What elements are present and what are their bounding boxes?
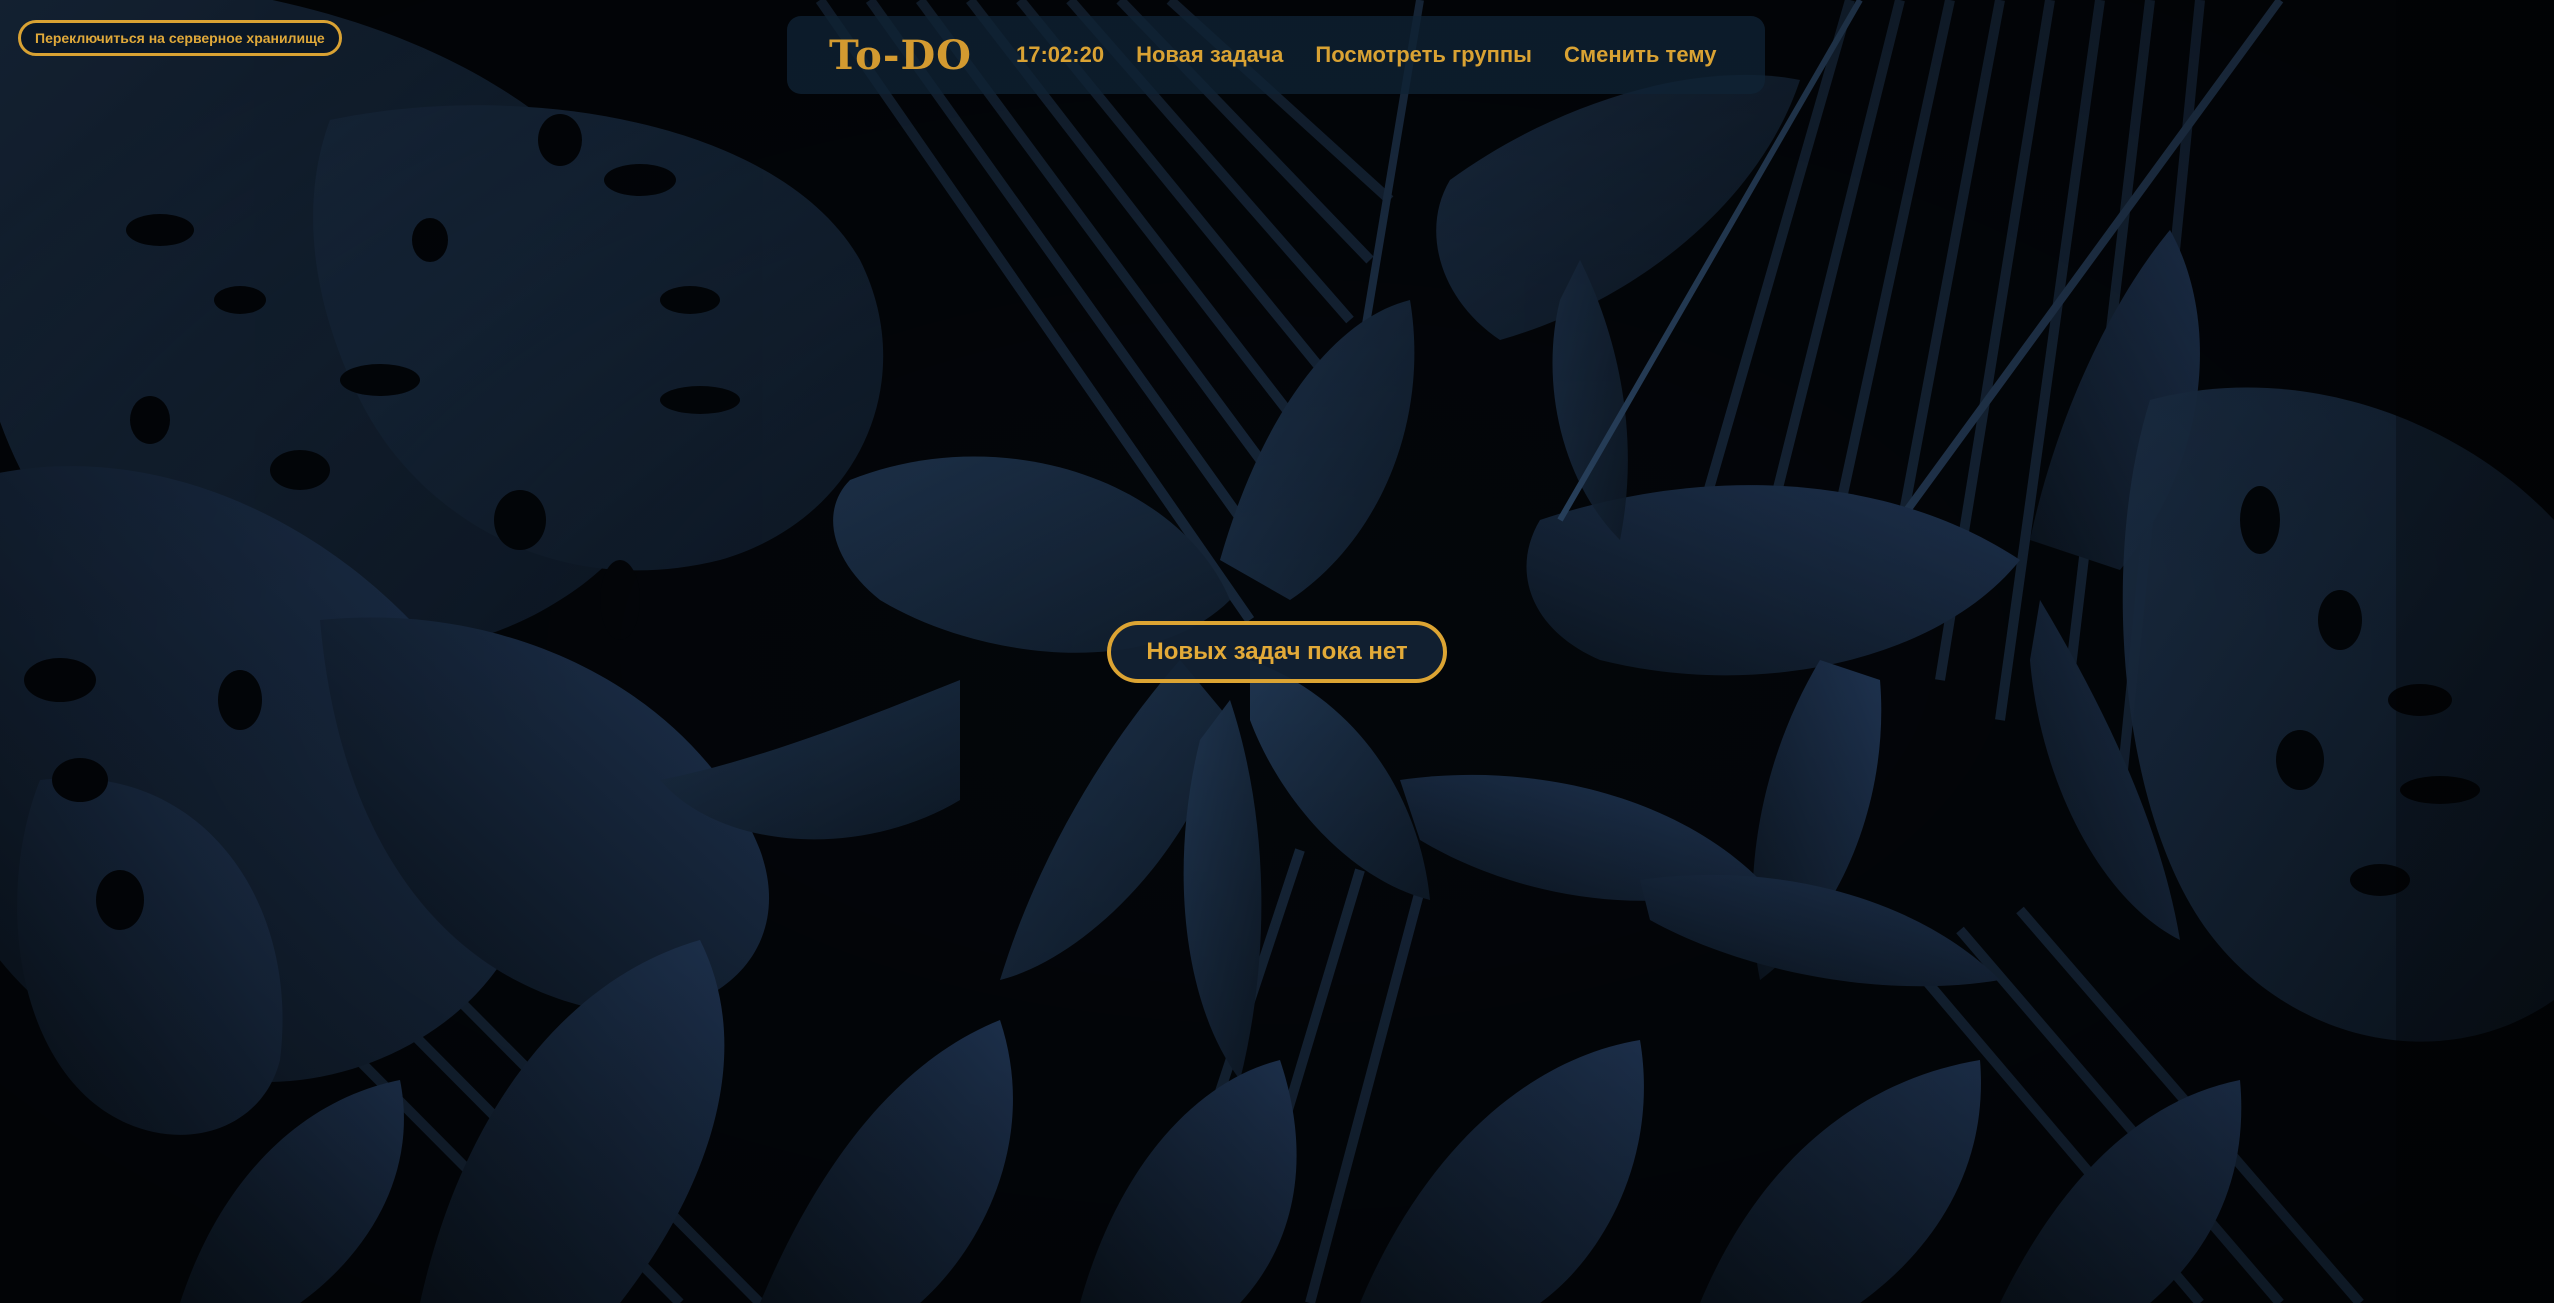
empty-tasks-message: Новых задач пока нет bbox=[1107, 621, 1447, 683]
new-task-link[interactable]: Новая задача bbox=[1136, 42, 1283, 68]
change-theme-link[interactable]: Сменить тему bbox=[1564, 42, 1717, 68]
top-navbar: To-DO 17:02:20 Новая задача Посмотреть г… bbox=[787, 16, 1765, 94]
app-logo: To-DO bbox=[829, 31, 972, 79]
switch-to-server-storage-button[interactable]: Переключиться на серверное хранилище bbox=[18, 20, 342, 56]
clock: 17:02:20 bbox=[1016, 42, 1105, 67]
view-groups-link[interactable]: Посмотреть группы bbox=[1315, 42, 1532, 68]
